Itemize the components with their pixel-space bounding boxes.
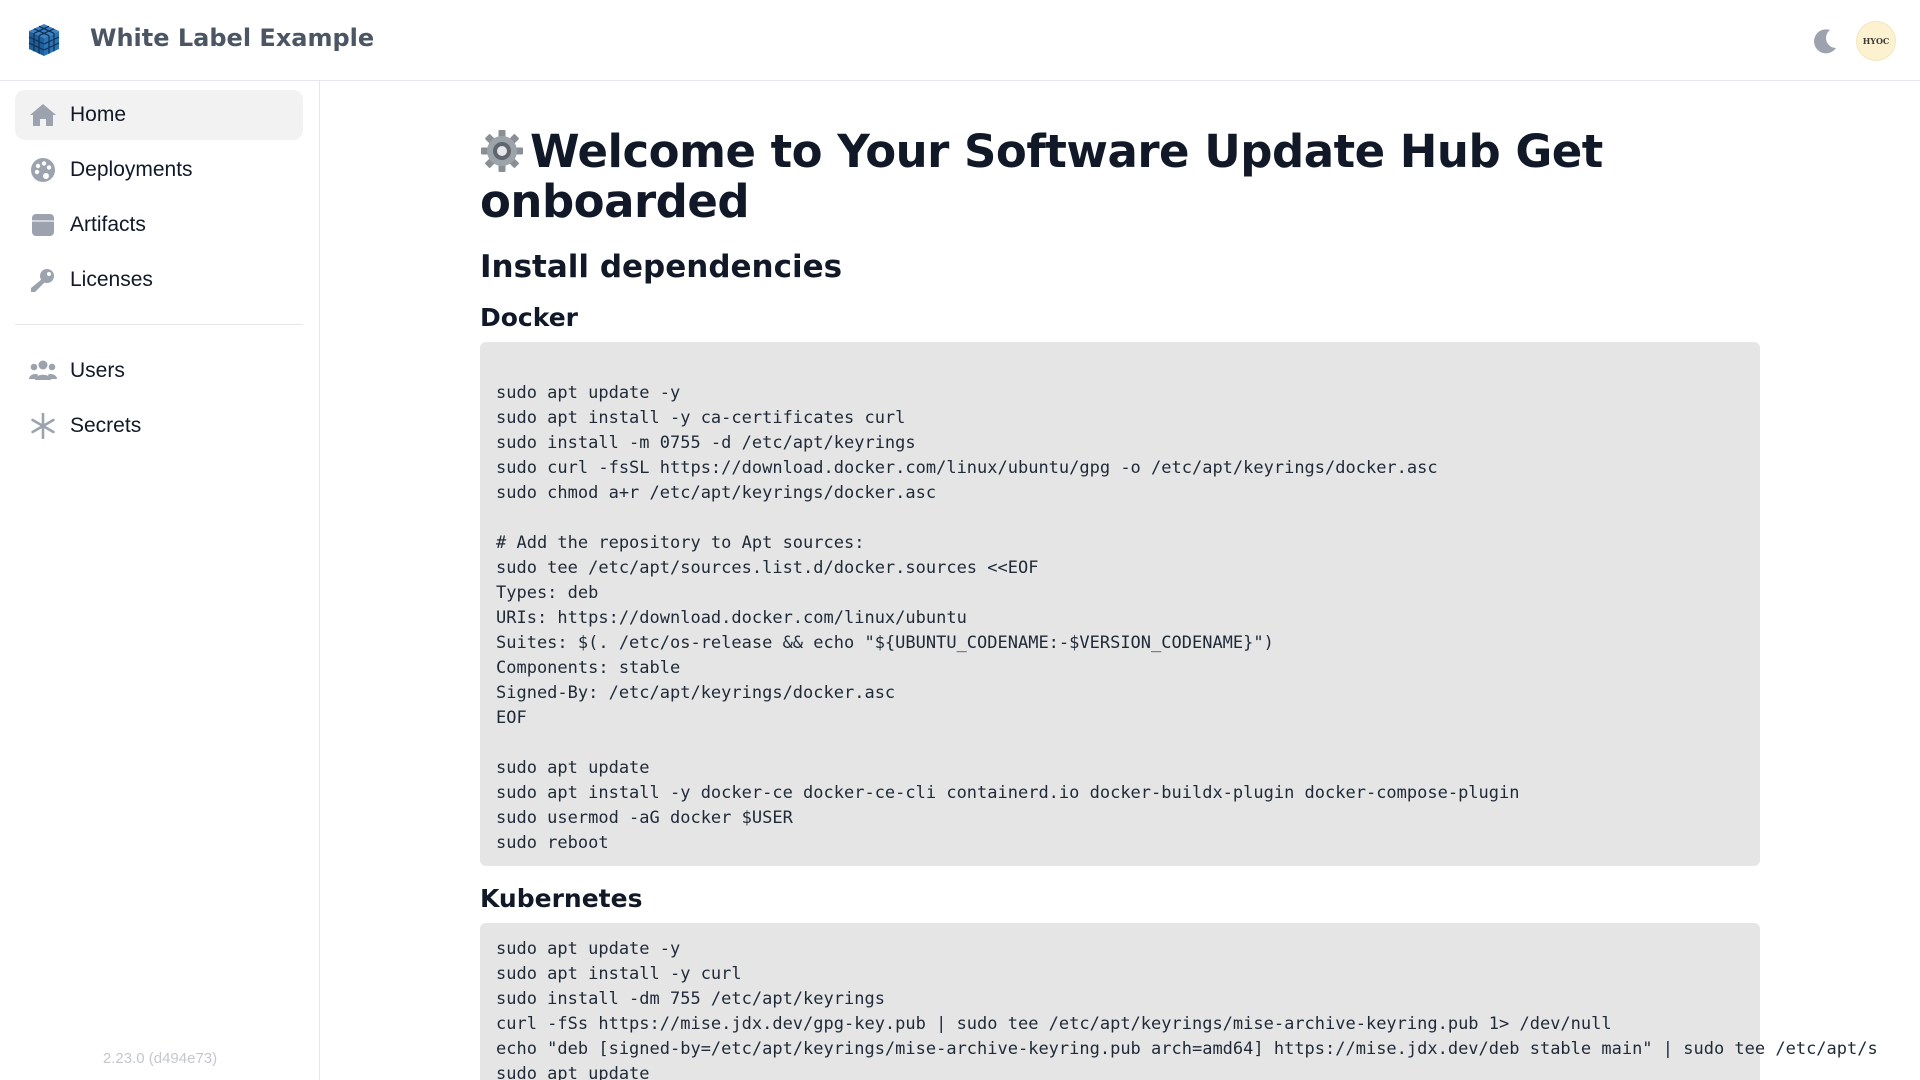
top-bar: White Label Example HYOC bbox=[0, 0, 1920, 81]
moon-icon[interactable] bbox=[1808, 24, 1842, 58]
sidebar-item-label: Deployments bbox=[70, 158, 193, 181]
version-label: 2.23.0 (d494e73) bbox=[102, 1050, 218, 1067]
code-line: URIs: https://download.docker.com/linux/… bbox=[496, 608, 967, 628]
subsection-heading-kubernetes: Kubernetes bbox=[480, 884, 643, 913]
code-line: sudo apt update -y bbox=[496, 939, 681, 959]
box-icon bbox=[32, 214, 54, 236]
app-title: White Label Example bbox=[90, 24, 375, 52]
code-line: EOF bbox=[496, 708, 527, 728]
cube-grid-logo-icon[interactable] bbox=[26, 22, 62, 58]
page-title: Welcome to Your Software Update Hub Get … bbox=[480, 127, 1760, 227]
sidebar-item-deployments[interactable]: Deployments bbox=[15, 145, 303, 195]
code-line: sudo apt install -y curl bbox=[496, 964, 742, 984]
code-line: sudo chmod a+r /etc/apt/keyrings/docker.… bbox=[496, 483, 937, 503]
asterisk-icon bbox=[31, 413, 55, 439]
code-line: sudo apt update bbox=[496, 1064, 650, 1080]
sidebar-item-label: Users bbox=[70, 359, 125, 382]
page-title-text: Welcome to Your Software Update Hub Get … bbox=[480, 125, 1603, 228]
sidebar-item-label: Artifacts bbox=[70, 213, 146, 236]
sidebar: Home Deployments Artifacts Licenses User… bbox=[0, 81, 320, 1080]
code-line: sudo reboot bbox=[496, 833, 609, 853]
home-icon bbox=[30, 104, 56, 126]
sidebar-item-licenses[interactable]: Licenses bbox=[15, 255, 303, 305]
code-line: sudo curl -fsSL https://download.docker.… bbox=[496, 458, 1438, 478]
code-line: sudo apt update -y bbox=[496, 383, 681, 403]
sidebar-item-label: Home bbox=[70, 103, 127, 126]
avatar[interactable]: HYOC bbox=[1856, 21, 1896, 61]
sidebar-item-artifacts[interactable]: Artifacts bbox=[15, 200, 303, 250]
code-line: Signed-By: /etc/apt/keyrings/docker.asc bbox=[496, 683, 896, 703]
code-line: sudo usermod -aG docker $USER bbox=[496, 808, 793, 828]
code-line: sudo apt update bbox=[496, 758, 650, 778]
code-line: Suites: $(. /etc/os-release && echo "${U… bbox=[496, 633, 1274, 653]
sidebar-item-home[interactable]: Home bbox=[15, 90, 303, 140]
sidebar-item-label: Licenses bbox=[70, 268, 153, 291]
palette-icon bbox=[31, 158, 55, 182]
avatar-text: HYOC bbox=[1862, 36, 1890, 46]
sidebar-item-secrets[interactable]: Secrets bbox=[15, 401, 303, 451]
main-content: Welcome to Your Software Update Hub Get … bbox=[321, 81, 1920, 1080]
code-line: sudo tee /etc/apt/sources.list.d/docker.… bbox=[496, 558, 1039, 578]
code-line: echo "deb [signed-by=/etc/apt/keyrings/m… bbox=[496, 1039, 1878, 1059]
docker-code-block[interactable]: sudo apt update -y sudo apt install -y ca… bbox=[480, 342, 1760, 866]
code-line: Components: stable bbox=[496, 658, 681, 678]
gear-icon bbox=[481, 130, 523, 172]
sidebar-item-label: Secrets bbox=[70, 414, 142, 437]
sidebar-divider bbox=[15, 324, 303, 325]
code-line: sudo apt install -y docker-ce docker-ce-… bbox=[496, 783, 1520, 803]
section-heading-install: Install dependencies bbox=[480, 249, 843, 285]
sidebar-item-users[interactable]: Users bbox=[15, 346, 303, 396]
subsection-heading-docker: Docker bbox=[480, 303, 578, 332]
code-line: sudo install -dm 755 /etc/apt/keyrings bbox=[496, 989, 885, 1009]
code-line: Types: deb bbox=[496, 583, 599, 603]
content-column: Welcome to Your Software Update Hub Get … bbox=[480, 127, 1878, 1080]
code-line: sudo install -m 0755 -d /etc/apt/keyring… bbox=[496, 433, 916, 453]
key-icon bbox=[31, 269, 54, 292]
code-line: curl -fSs https://mise.jdx.dev/gpg-key.p… bbox=[496, 1014, 1612, 1034]
users-icon bbox=[29, 360, 57, 380]
code-line: # Add the repository to Apt sources: bbox=[496, 533, 865, 553]
kubernetes-code-block[interactable]: sudo apt update -y sudo apt install -y cu… bbox=[480, 923, 1878, 1080]
code-line: sudo apt install -y ca-certificates curl bbox=[496, 408, 906, 428]
